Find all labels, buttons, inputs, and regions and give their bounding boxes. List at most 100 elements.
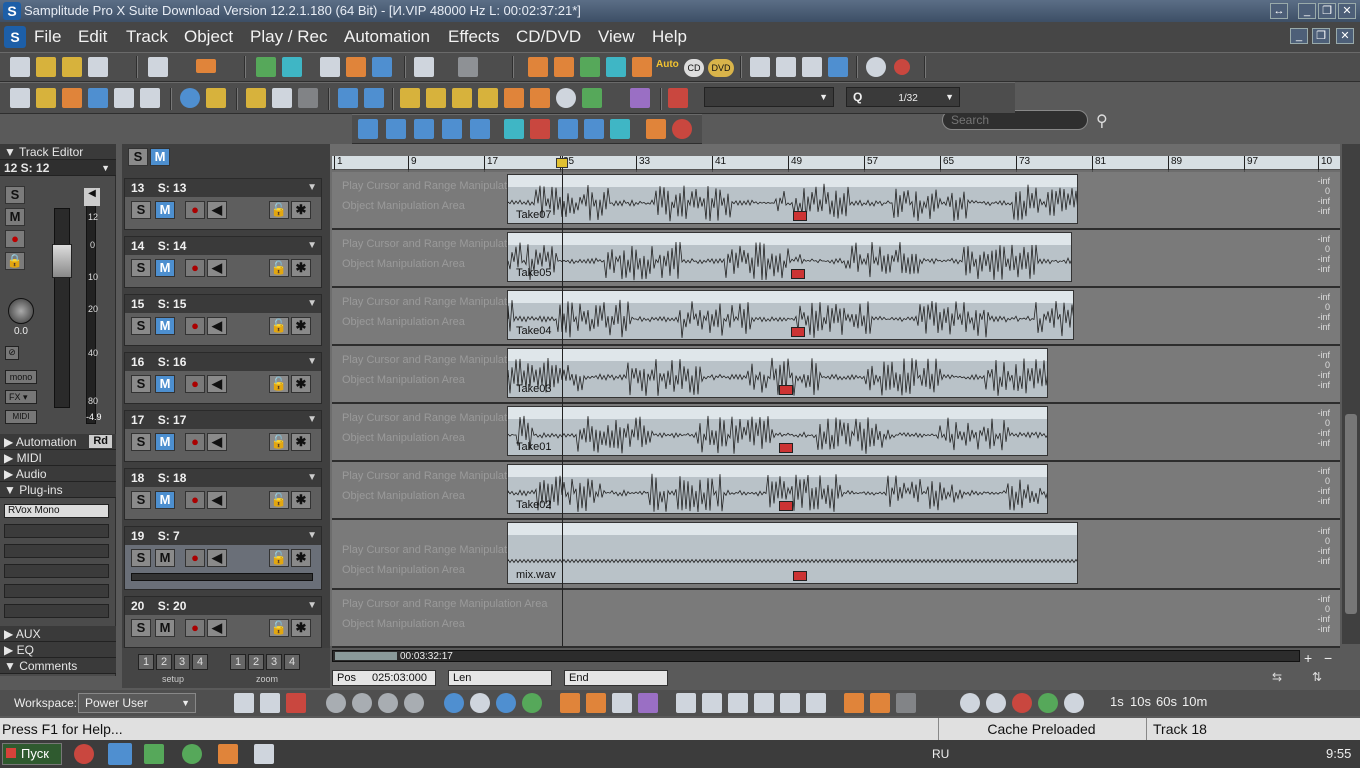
- zoom-1s-button[interactable]: 1s: [1110, 694, 1124, 709]
- section-eq[interactable]: ▶ EQ: [0, 642, 116, 658]
- marker-m-icon[interactable]: [528, 57, 548, 77]
- shuffle-icon[interactable]: [610, 119, 630, 139]
- utorrent-icon[interactable]: [182, 744, 202, 764]
- marker-tools-2-icon[interactable]: [586, 693, 606, 713]
- line-tool-icon[interactable]: [298, 88, 318, 108]
- editor-mute-button[interactable]: M: [5, 208, 25, 226]
- track-lane[interactable]: Play Cursor and Range Manipulation Area O…: [332, 590, 1340, 648]
- range-tool-icon[interactable]: [36, 88, 56, 108]
- crossfade-icon[interactable]: [452, 88, 472, 108]
- split-icon[interactable]: [282, 57, 302, 77]
- save-icon[interactable]: [88, 57, 108, 77]
- task-app-5-icon[interactable]: [254, 744, 274, 764]
- marker-p-icon[interactable]: [606, 57, 626, 77]
- samplitude-task-icon[interactable]: [108, 743, 132, 765]
- menu-effects[interactable]: Effects: [448, 27, 500, 47]
- track-lane[interactable]: Play Cursor and Range Manipulation Area O…: [332, 520, 1340, 590]
- clip-edit-icon[interactable]: [320, 57, 340, 77]
- tray-usb-icon[interactable]: [1102, 747, 1116, 761]
- track-solo-button[interactable]: S: [131, 375, 151, 393]
- track-lock-icon[interactable]: 🔓: [269, 259, 289, 277]
- vertical-scroll-thumb[interactable]: [1345, 414, 1357, 614]
- setup-3-button[interactable]: 3: [174, 654, 190, 670]
- layout-1-icon[interactable]: [234, 693, 254, 713]
- track-header[interactable]: 20 S: 20 ▼ S M ● ◀ 🔓 ✱: [124, 596, 322, 648]
- volume-fader-track[interactable]: [54, 208, 70, 408]
- goto-left-icon[interactable]: [386, 119, 406, 139]
- zoom-in-icon[interactable]: +: [1304, 650, 1312, 666]
- doc-minimize-button[interactable]: _: [1290, 28, 1308, 44]
- tray-flag-icon[interactable]: [1212, 747, 1226, 761]
- loudness-tool-icon[interactable]: [206, 88, 226, 108]
- track-lock-icon[interactable]: 🔓: [269, 619, 289, 637]
- redo-icon[interactable]: [458, 57, 478, 77]
- audio-clip[interactable]: mix.wav: [507, 522, 1078, 584]
- menu-automation[interactable]: Automation: [344, 27, 430, 47]
- track-mute-button[interactable]: M: [155, 619, 175, 637]
- tray-utorrent-icon[interactable]: [966, 747, 980, 761]
- track-mute-button[interactable]: M: [155, 317, 175, 335]
- marker-s-icon[interactable]: [580, 57, 600, 77]
- section-audio[interactable]: ▶ Audio: [0, 466, 116, 482]
- horizontal-scroll-thumb[interactable]: [335, 652, 397, 660]
- track-record-button[interactable]: ●: [185, 491, 205, 509]
- scissors-icon[interactable]: [140, 88, 160, 108]
- track-lane[interactable]: Play Cursor and Range Manipulation Area O…: [332, 462, 1340, 520]
- audio-clip[interactable]: Take02: [507, 464, 1048, 514]
- track-solo-button[interactable]: S: [131, 491, 151, 509]
- clip-volume-handle[interactable]: [779, 443, 793, 453]
- snapshot-4-icon[interactable]: [404, 693, 424, 713]
- transport-forward-icon[interactable]: [780, 693, 800, 713]
- cd-button[interactable]: CD: [684, 59, 704, 77]
- resize-icon[interactable]: ↔: [1270, 3, 1288, 19]
- track-solo-button[interactable]: S: [131, 433, 151, 451]
- track-monitor-icon[interactable]: ◀: [207, 491, 227, 509]
- transport-end-icon[interactable]: [806, 693, 826, 713]
- track-lane[interactable]: Play Cursor and Range Manipulation Area O…: [332, 346, 1340, 404]
- track-lock-icon[interactable]: 🔓: [269, 491, 289, 509]
- mono-button[interactable]: mono: [5, 370, 37, 384]
- track-mute-button[interactable]: M: [155, 433, 175, 451]
- goto-start-icon[interactable]: [358, 119, 378, 139]
- midi-button[interactable]: MIDI: [5, 410, 37, 424]
- track-fx-icon[interactable]: ✱: [291, 619, 311, 637]
- transport-next-icon[interactable]: [754, 693, 774, 713]
- object-tool-icon[interactable]: [62, 88, 82, 108]
- cut-tool-icon[interactable]: [256, 57, 276, 77]
- minimize-button[interactable]: _: [1298, 3, 1316, 19]
- length-field[interactable]: Len: [448, 670, 552, 686]
- record-layout-icon[interactable]: [286, 693, 306, 713]
- phase-icon[interactable]: ⊘: [5, 346, 19, 360]
- nav-1-icon[interactable]: [444, 693, 464, 713]
- zoom-out-icon[interactable]: −: [1324, 650, 1332, 666]
- track-selector[interactable]: 12 S: 12 ▼: [0, 160, 116, 176]
- track-name[interactable]: 20 S: 20 ▼: [125, 597, 321, 615]
- track-fx-icon[interactable]: ✱: [291, 375, 311, 393]
- track-name[interactable]: 14 S: 14 ▼: [125, 237, 321, 255]
- fade-icon[interactable]: [426, 88, 446, 108]
- track-mute-button[interactable]: M: [155, 491, 175, 509]
- zoom-1-button[interactable]: 1: [230, 654, 246, 670]
- sync-icon[interactable]: [776, 57, 796, 77]
- pan-knob[interactable]: [8, 298, 34, 324]
- audio-clip[interactable]: Take01: [507, 406, 1048, 456]
- track-record-button[interactable]: ●: [185, 317, 205, 335]
- track-solo-button[interactable]: S: [131, 549, 151, 567]
- auto-marker-label[interactable]: Auto: [656, 59, 679, 70]
- plugin-slot-6[interactable]: [4, 604, 109, 618]
- track-solo-button[interactable]: S: [131, 619, 151, 637]
- open-folder-icon[interactable]: [36, 57, 56, 77]
- track-view-icon[interactable]: [372, 57, 392, 77]
- tray-bluetooth-icon[interactable]: [1186, 747, 1200, 761]
- play-cursor[interactable]: [562, 156, 563, 646]
- tray-network-icon[interactable]: [1022, 747, 1036, 761]
- prev-marker-icon[interactable]: [442, 119, 462, 139]
- doc-close-button[interactable]: ✕: [1336, 28, 1354, 44]
- delete-region-icon[interactable]: [530, 119, 550, 139]
- track-lock-icon[interactable]: 🔓: [269, 433, 289, 451]
- track-name[interactable]: 17 S: 17 ▼: [125, 411, 321, 429]
- zoom-10s-button[interactable]: 10s: [1130, 694, 1151, 709]
- track-header[interactable]: 17 S: 17 ▼ S M ● ◀ 🔓 ✱: [124, 410, 322, 462]
- curve-tool-icon[interactable]: [88, 88, 108, 108]
- scrub-icon[interactable]: [364, 88, 384, 108]
